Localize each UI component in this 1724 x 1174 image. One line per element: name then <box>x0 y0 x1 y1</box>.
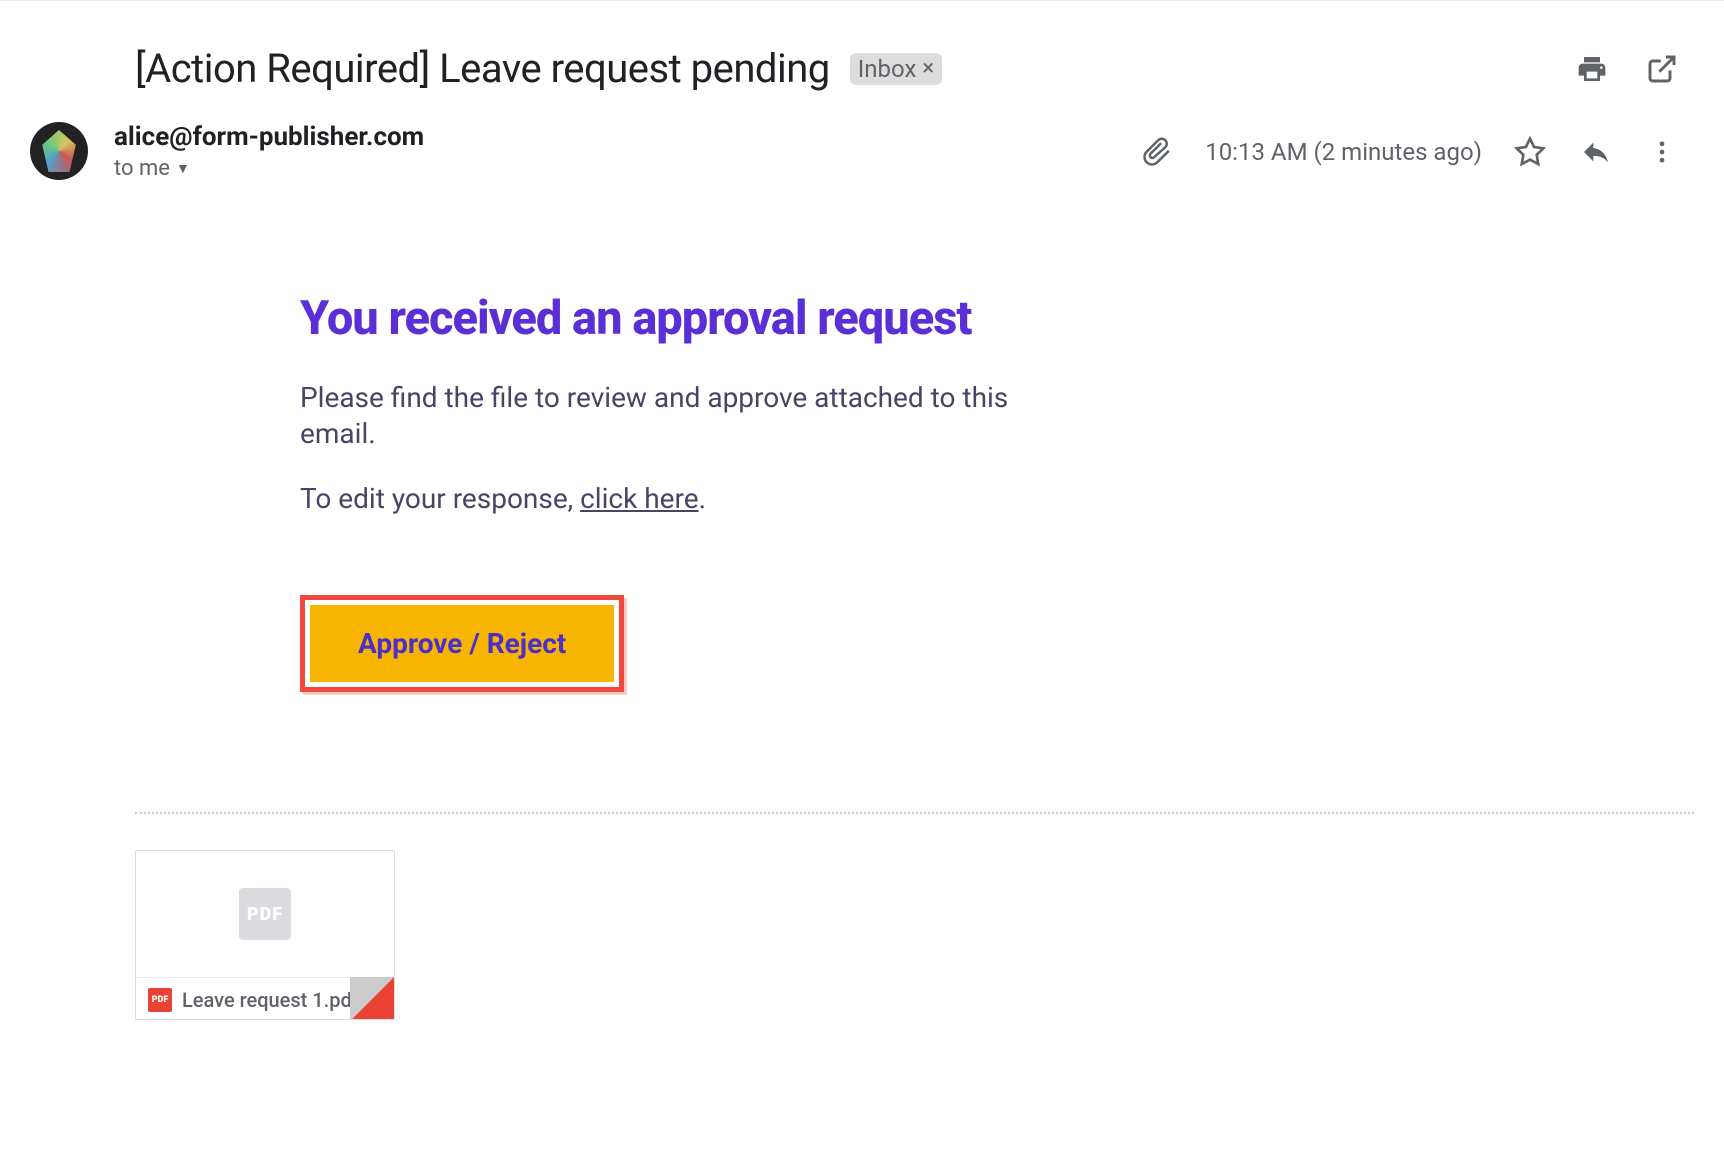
subject-row: [Action Required] Leave request pending … <box>30 5 1694 122</box>
body-line2-suffix: . <box>699 482 706 515</box>
recipient-dropdown[interactable]: to me ▼ <box>114 156 424 181</box>
star-icon[interactable] <box>1512 134 1548 170</box>
pdf-badge-icon: PDF <box>148 988 172 1012</box>
cta-highlight: Approve / Reject <box>300 595 624 692</box>
close-icon[interactable]: × <box>922 56 934 81</box>
label-chip-inbox[interactable]: Inbox × <box>850 53 942 85</box>
attachment-icon[interactable] <box>1139 134 1175 170</box>
reply-icon[interactable] <box>1578 134 1614 170</box>
body-line2-prefix: To edit your response, <box>300 482 580 515</box>
email-subject: [Action Required] Leave request pending <box>135 45 830 92</box>
sender-row: alice@form-publisher.com to me ▼ 10:13 A… <box>30 122 1694 181</box>
recipient-text: to me <box>114 156 170 181</box>
attachment-footer: PDF Leave request 1.pdf <box>136 977 394 1020</box>
sender-email[interactable]: alice@form-publisher.com <box>114 122 424 152</box>
attachment-card[interactable]: PDF PDF Leave request 1.pdf <box>135 850 395 1020</box>
fold-corner-icon <box>350 977 394 1020</box>
attachment-preview: PDF <box>136 851 394 977</box>
body-title: You received an approval request <box>300 291 1080 346</box>
edit-response-link[interactable]: click here <box>580 482 698 515</box>
chevron-down-icon: ▼ <box>176 160 190 177</box>
attachments-area: PDF PDF Leave request 1.pdf <box>30 814 1694 1020</box>
label-chip-text: Inbox <box>858 55 917 83</box>
approve-reject-button[interactable]: Approve / Reject <box>307 602 617 685</box>
open-in-new-icon[interactable] <box>1644 51 1680 87</box>
print-icon[interactable] <box>1574 51 1610 87</box>
pdf-thumb-icon: PDF <box>239 888 291 940</box>
more-icon[interactable] <box>1644 134 1680 170</box>
attachment-name: Leave request 1.pdf <box>182 988 359 1012</box>
email-body: You received an approval request Please … <box>30 181 1080 692</box>
avatar[interactable] <box>30 122 88 180</box>
body-line2: To edit your response, click here. <box>300 481 1080 517</box>
timestamp: 10:13 AM (2 minutes ago) <box>1205 138 1482 166</box>
body-line1: Please find the file to review and appro… <box>300 380 1080 453</box>
